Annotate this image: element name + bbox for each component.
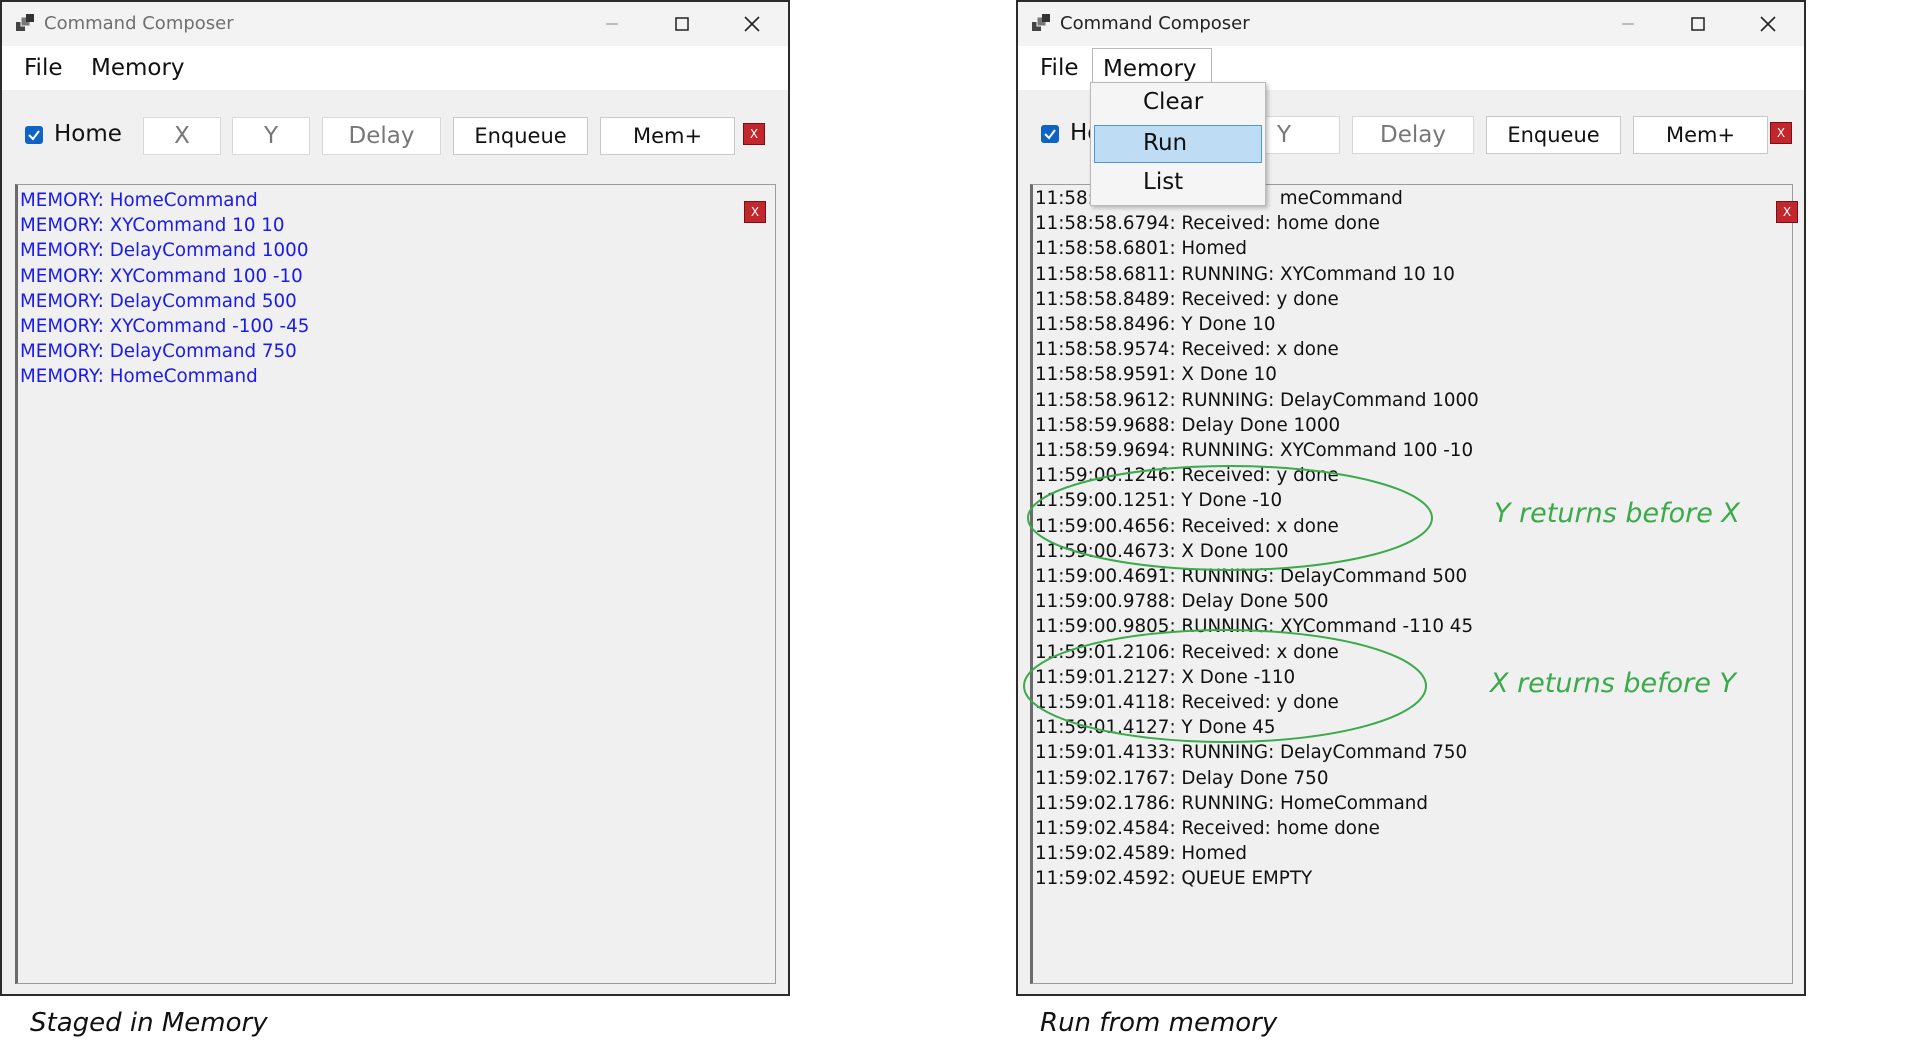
annotation-x-before-y: X returns before Y [1490, 668, 1736, 699]
highlight-ellipse-y-first [1027, 465, 1433, 571]
caption-left: Staged in Memory [30, 1008, 268, 1038]
caption-right: Run from memory [1040, 1008, 1278, 1038]
annotation-y-before-x: Y returns before X [1494, 498, 1740, 529]
highlight-ellipse-x-first [1023, 629, 1427, 743]
